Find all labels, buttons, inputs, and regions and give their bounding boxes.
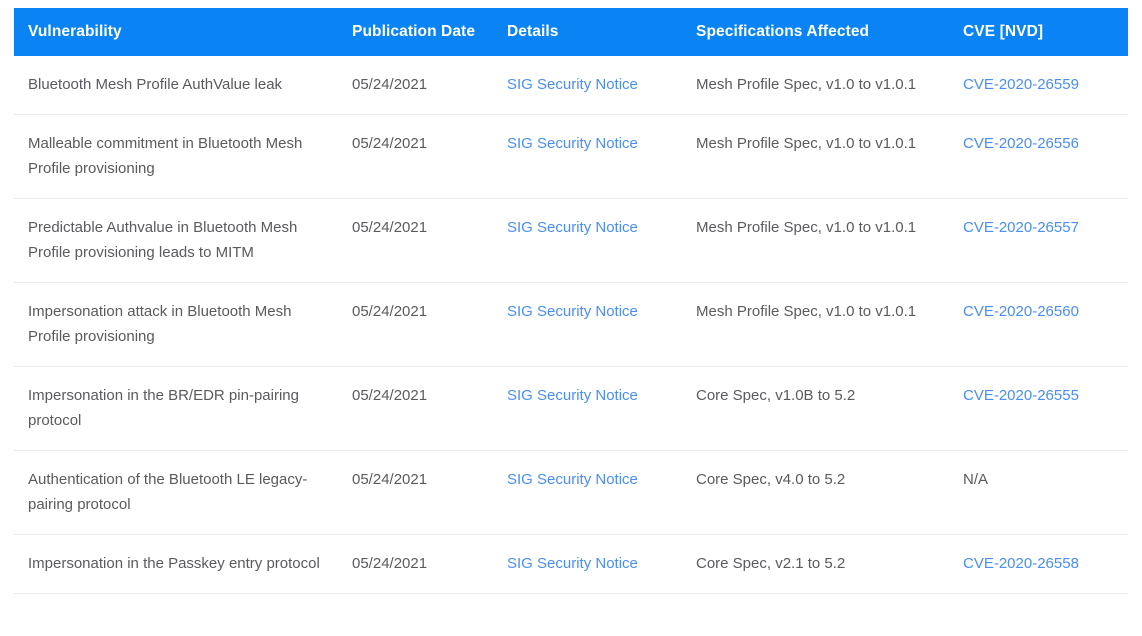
- cell-specifications-affected: Mesh Profile Spec, v1.0 to v1.0.1: [696, 282, 963, 367]
- cve-link[interactable]: CVE-2020-26555: [963, 387, 1079, 404]
- cell-details: SIG Security Notice: [507, 198, 696, 283]
- cell-vulnerability: Impersonation in the Passkey entry proto…: [14, 534, 352, 594]
- column-header-cve: CVE [NVD]: [963, 23, 1044, 40]
- table-row: Impersonation attack in Bluetooth Mesh P…: [14, 282, 1128, 367]
- cell-publication-date: 05/24/2021: [352, 56, 507, 115]
- cell-details: SIG Security Notice: [507, 56, 696, 115]
- cell-vulnerability: Bluetooth Mesh Profile AuthValue leak: [14, 56, 352, 115]
- cell-publication-date: 05/24/2021: [352, 450, 507, 535]
- table-row: Authentication of the Bluetooth LE legac…: [14, 450, 1128, 535]
- cve-link[interactable]: CVE-2020-26557: [963, 219, 1079, 236]
- cell-specifications-affected: Mesh Profile Spec, v1.0 to v1.0.1: [696, 114, 963, 199]
- cell-specifications-affected: Core Spec, v1.0B to 5.2: [696, 366, 963, 451]
- cell-cve: CVE-2020-26557: [963, 198, 1128, 283]
- cell-publication-date: 05/24/2021: [352, 282, 507, 367]
- vulnerability-table: Vulnerability Publication Date Details S…: [14, 8, 1128, 594]
- cve-link[interactable]: CVE-2020-26559: [963, 76, 1079, 93]
- cell-vulnerability: Authentication of the Bluetooth LE legac…: [14, 450, 352, 535]
- table-row: Impersonation in the BR/EDR pin-pairing …: [14, 366, 1128, 451]
- sig-security-notice-link[interactable]: SIG Security Notice: [507, 76, 638, 93]
- cell-specifications-affected: Mesh Profile Spec, v1.0 to v1.0.1: [696, 56, 963, 115]
- column-header-details: Details: [507, 23, 559, 40]
- column-header-specifications-affected: Specifications Affected: [696, 23, 870, 40]
- cve-not-available: N/A: [963, 471, 989, 488]
- table-header: Vulnerability Publication Date Details S…: [14, 8, 1128, 56]
- sig-security-notice-link[interactable]: SIG Security Notice: [507, 471, 638, 488]
- table-header-row: Vulnerability Publication Date Details S…: [14, 8, 1128, 56]
- cell-details: SIG Security Notice: [507, 534, 696, 594]
- cell-cve: CVE-2020-26559: [963, 56, 1128, 115]
- cell-vulnerability: Impersonation in the BR/EDR pin-pairing …: [14, 366, 352, 451]
- cell-details: SIG Security Notice: [507, 282, 696, 367]
- cve-link[interactable]: CVE-2020-26556: [963, 135, 1079, 152]
- cell-vulnerability: Malleable commitment in Bluetooth Mesh P…: [14, 114, 352, 199]
- table-body: Bluetooth Mesh Profile AuthValue leak 05/…: [14, 56, 1128, 594]
- table-row: Bluetooth Mesh Profile AuthValue leak 05/…: [14, 56, 1128, 115]
- vulnerability-table-container: Vulnerability Publication Date Details S…: [0, 0, 1142, 594]
- cell-publication-date: 05/24/2021: [352, 114, 507, 199]
- cell-vulnerability: Impersonation attack in Bluetooth Mesh P…: [14, 282, 352, 367]
- cell-cve: N/A: [963, 450, 1128, 535]
- cell-cve: CVE-2020-26556: [963, 114, 1128, 199]
- cell-cve: CVE-2020-26560: [963, 282, 1128, 367]
- cve-link[interactable]: CVE-2020-26558: [963, 555, 1079, 572]
- sig-security-notice-link[interactable]: SIG Security Notice: [507, 555, 638, 572]
- sig-security-notice-link[interactable]: SIG Security Notice: [507, 303, 638, 320]
- cell-specifications-affected: Mesh Profile Spec, v1.0 to v1.0.1: [696, 198, 963, 283]
- cell-publication-date: 05/24/2021: [352, 366, 507, 451]
- cell-specifications-affected: Core Spec, v2.1 to 5.2: [696, 534, 963, 594]
- sig-security-notice-link[interactable]: SIG Security Notice: [507, 135, 638, 152]
- cell-publication-date: 05/24/2021: [352, 534, 507, 594]
- cve-link[interactable]: CVE-2020-26560: [963, 303, 1079, 320]
- table-row: Malleable commitment in Bluetooth Mesh P…: [14, 114, 1128, 199]
- cell-details: SIG Security Notice: [507, 114, 696, 199]
- cell-details: SIG Security Notice: [507, 450, 696, 535]
- cell-publication-date: 05/24/2021: [352, 198, 507, 283]
- column-header-vulnerability: Vulnerability: [28, 23, 122, 40]
- cell-details: SIG Security Notice: [507, 366, 696, 451]
- column-header-publication-date: Publication Date: [352, 23, 476, 40]
- sig-security-notice-link[interactable]: SIG Security Notice: [507, 387, 638, 404]
- table-row: Predictable Authvalue in Bluetooth Mesh …: [14, 198, 1128, 283]
- table-row: Impersonation in the Passkey entry proto…: [14, 534, 1128, 594]
- sig-security-notice-link[interactable]: SIG Security Notice: [507, 219, 638, 236]
- cell-specifications-affected: Core Spec, v4.0 to 5.2: [696, 450, 963, 535]
- cell-cve: CVE-2020-26555: [963, 366, 1128, 451]
- cell-vulnerability: Predictable Authvalue in Bluetooth Mesh …: [14, 198, 352, 283]
- cell-cve: CVE-2020-26558: [963, 534, 1128, 594]
